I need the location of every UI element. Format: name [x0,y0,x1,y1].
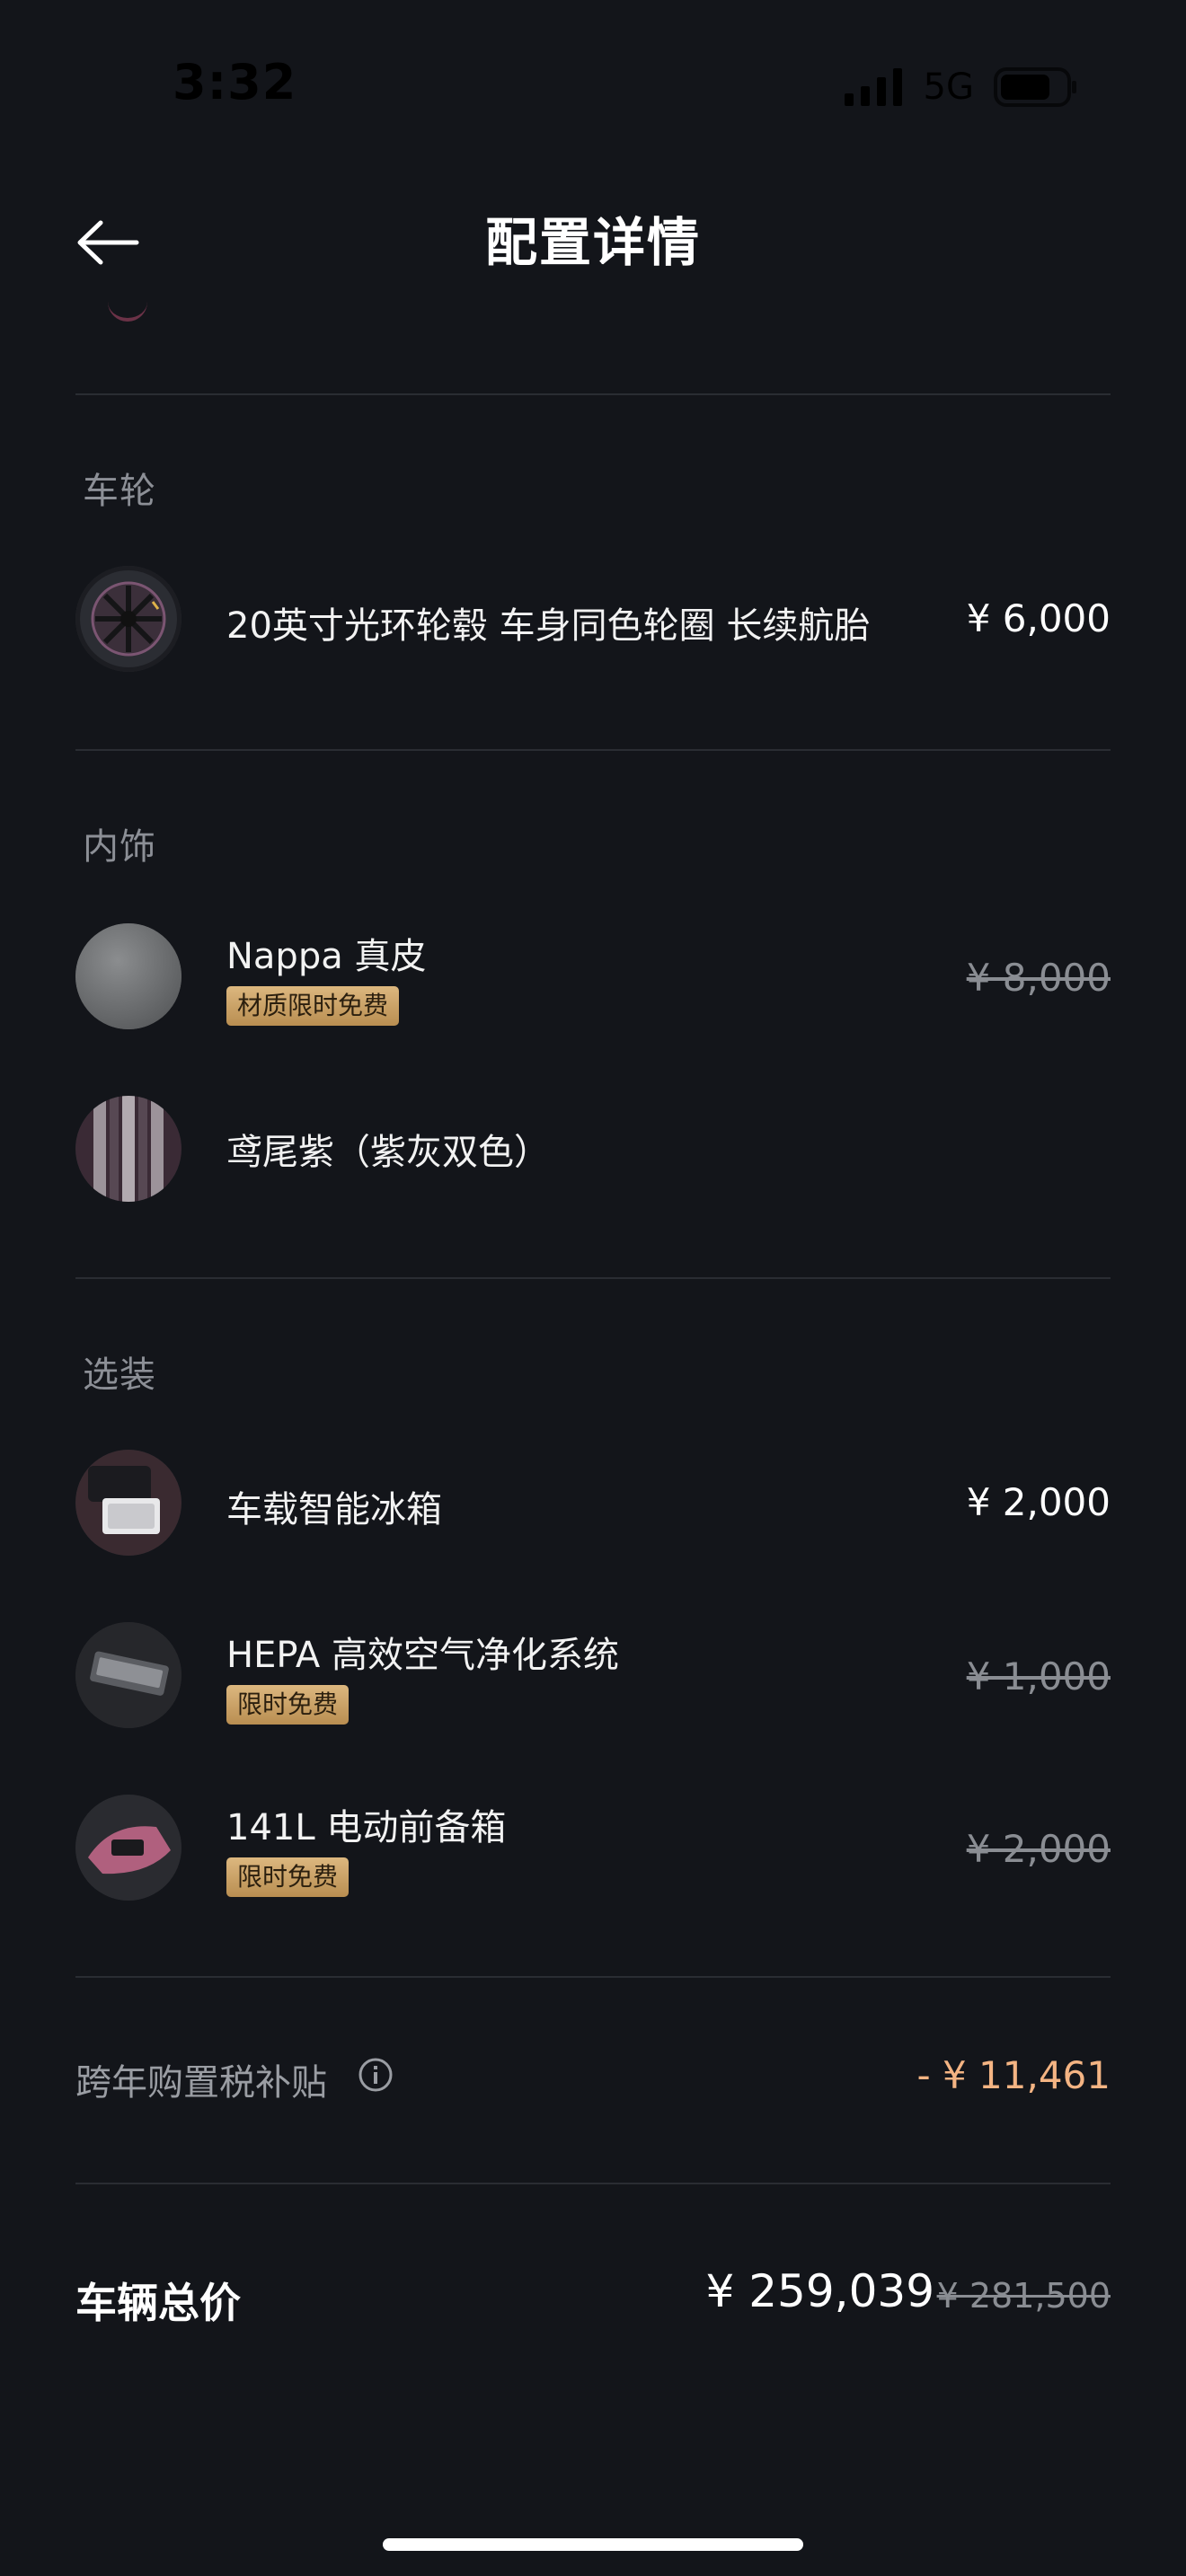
item-price: ¥ 6,000 [966,596,1111,640]
item-name: 20英寸光环轮毂 车身同色轮圈 长续航胎 [226,605,871,647]
section-title-wheels: 车轮 [83,471,156,512]
total-original-price: ¥ 281,500 [936,2276,1111,2316]
item-name: 车载智能冰箱 [226,1489,442,1531]
total-price: ¥ 259,039 [705,2265,934,2317]
interior-color-thumbnail [75,1096,181,1202]
interior-item-leather[interactable]: Nappa 真皮 材质限时免费 ¥ 8,000 [75,923,1111,1040]
item-name: HEPA 高效空气净化系统 [226,1635,619,1676]
divider [75,1277,1111,1279]
color-swatch-partial [108,302,147,322]
subsidy-label: 跨年购置税补贴 [75,2062,327,2104]
option-item-hepa[interactable]: HEPA 高效空气净化系统 限时免费 ¥ 1,000 [75,1622,1111,1739]
wheel-thumbnail [75,566,181,672]
promo-badge: 限时免费 [226,1857,350,1897]
subsidy-row: 跨年购置税补贴 - ¥ 11,461 [75,2048,1111,2111]
total-row: 车辆总价 ¥ 259,039 ¥ 281,500 [75,2263,1111,2335]
divider [75,749,1111,751]
status-indicators: 5G [844,65,1078,110]
divider [75,1976,1111,1978]
page-title: 配置详情 [484,212,701,273]
option-item-fridge[interactable]: 车载智能冰箱 ¥ 2,000 [75,1450,1111,1566]
promo-badge: 材质限时免费 [226,986,400,1026]
network-type: 5G [923,66,974,108]
item-original-price: ¥ 2,000 [966,1827,1111,1871]
item-name: 鸢尾紫（紫灰双色） [226,1132,550,1173]
info-icon[interactable] [358,2057,394,2093]
hepa-thumbnail [75,1622,181,1728]
header: 配置详情 [0,189,1186,296]
fridge-thumbnail [75,1450,181,1556]
leather-thumbnail [75,923,181,1029]
item-name: 141L 电动前备箱 [226,1807,507,1848]
option-item-frunk[interactable]: 141L 电动前备箱 限时免费 ¥ 2,000 [75,1795,1111,1911]
config-details-page: 3:32 5G 配置详情 车轮 20英寸光环轮毂 车身同色轮圈 长续航胎 ¥ 6… [0,0,1186,2576]
signal-icon [844,68,902,106]
section-title-options: 选装 [83,1354,156,1396]
promo-badge: 限时免费 [226,1685,350,1725]
wheel-item[interactable]: 20英寸光环轮毂 车身同色轮圈 长续航胎 ¥ 6,000 [75,566,1111,683]
battery-icon [994,67,1076,107]
total-label: 车辆总价 [75,2279,241,2327]
frunk-thumbnail [75,1795,181,1901]
divider [75,393,1111,395]
interior-item-color[interactable]: 鸢尾紫（紫灰双色） [75,1096,1111,1213]
item-original-price: ¥ 8,000 [966,956,1111,1000]
status-bar: 3:32 5G [0,0,1186,171]
subsidy-value: - ¥ 11,461 [916,2053,1111,2097]
item-original-price: ¥ 1,000 [966,1654,1111,1698]
item-price: ¥ 2,000 [966,1480,1111,1524]
home-indicator[interactable] [383,2538,803,2551]
status-time: 3:32 [173,54,297,110]
item-name: Nappa 真皮 [226,936,427,977]
divider [75,2183,1111,2184]
section-title-interior: 内饰 [83,826,156,868]
